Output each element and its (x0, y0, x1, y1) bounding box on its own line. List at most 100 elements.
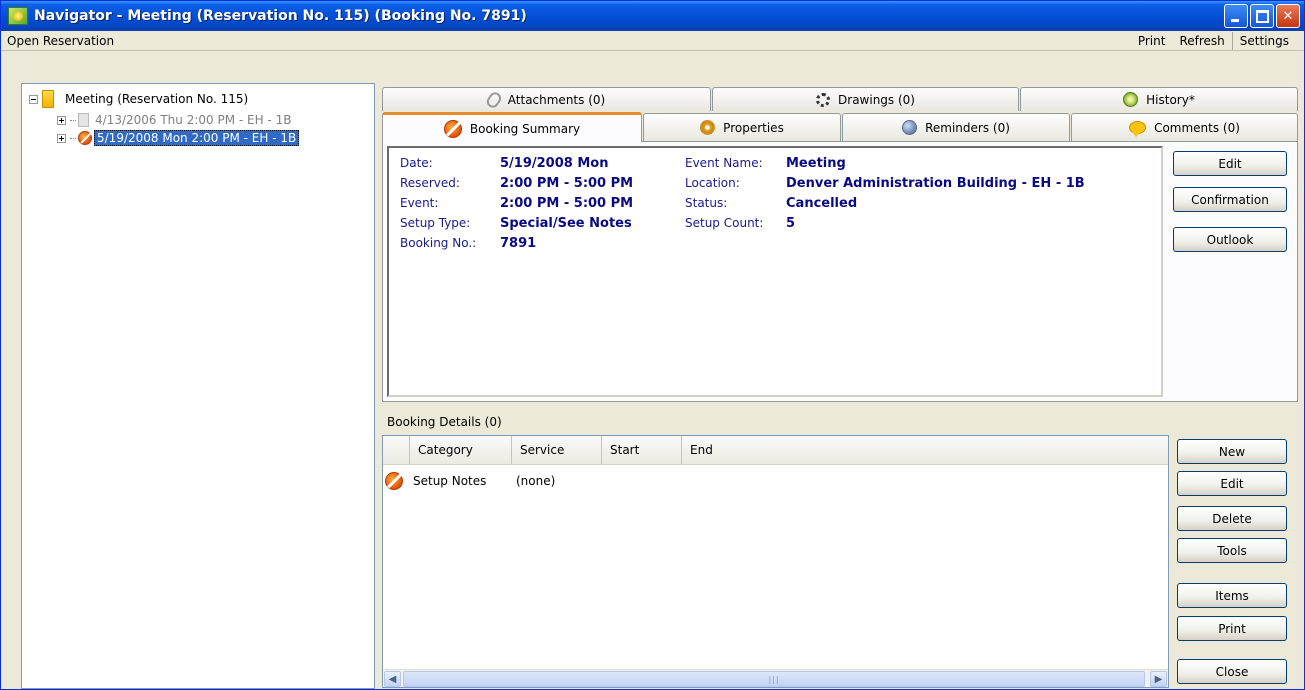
column-category[interactable]: Category (410, 436, 512, 464)
field-location: Location: Denver Administration Building … (685, 176, 1085, 191)
close-button[interactable]: Close (1177, 659, 1287, 684)
tab-booking-summary[interactable]: Booking Summary (382, 112, 642, 142)
tree-root-row[interactable]: Meeting (Reservation No. 115) (29, 90, 250, 108)
tree-root-label[interactable]: Meeting (Reservation No. 115) (63, 92, 250, 106)
field-label: Status: (685, 196, 728, 210)
minimize-button[interactable] (1224, 4, 1248, 28)
field-label: Setup Type: (400, 216, 471, 230)
menu-refresh[interactable]: Refresh (1172, 34, 1231, 50)
summary-edit-button[interactable]: Edit (1173, 151, 1287, 176)
field-booking-no: Booking No.: 7891 (400, 236, 536, 251)
booking-details-grid[interactable]: Category Service Start End Setup Notes (… (382, 435, 1169, 688)
tab-comments[interactable]: Comments (0) (1071, 113, 1298, 141)
column-start[interactable]: Start (602, 436, 682, 464)
field-date: Date: 5/19/2008 Mon (400, 156, 608, 171)
tab-label: Attachments (0) (507, 92, 606, 107)
cell-service: (none) (516, 474, 556, 488)
outlook-button[interactable]: Outlook (1173, 227, 1287, 252)
menu-open-reservation[interactable]: Open Reservation (7, 34, 114, 48)
tab-row-bottom: Booking Summary Properties Reminders (0)… (382, 112, 1298, 142)
expand-icon[interactable] (57, 133, 66, 143)
tree-item-label[interactable]: 5/19/2008 Mon 2:00 PM - EH - 1B (94, 130, 300, 146)
field-setup-count: Setup Count: 5 (685, 216, 795, 231)
field-value: Denver Administration Building - EH - 1B (786, 176, 1085, 191)
field-event: Event: 2:00 PM - 5:00 PM (400, 196, 633, 211)
field-value: Meeting (786, 156, 846, 171)
field-value: 7891 (500, 236, 537, 251)
tools-button[interactable]: Tools (1177, 538, 1287, 563)
column-service[interactable]: Service (512, 436, 602, 464)
drawings-icon (816, 92, 831, 107)
print-button[interactable]: Print (1177, 616, 1287, 641)
tree-item-booking-2[interactable]: 5/19/2008 Mon 2:00 PM - EH - 1B (57, 129, 300, 147)
field-value: 2:00 PM - 5:00 PM (500, 176, 634, 191)
summary-box: Date: 5/19/2008 Mon Reserved: 2:00 PM - 5:… (387, 146, 1163, 397)
scroll-thumb[interactable]: ||| (403, 671, 1145, 687)
field-label: Event Name: (685, 156, 763, 170)
tab-label: Comments (0) (1154, 120, 1240, 135)
scroll-left-button[interactable]: ◀ (384, 671, 401, 687)
field-label: Date: (400, 156, 433, 170)
field-value: 5 (786, 216, 796, 231)
items-button[interactable]: Items (1177, 583, 1287, 608)
confirmation-button[interactable]: Confirmation (1173, 187, 1287, 212)
tab-history[interactable]: History* (1020, 87, 1298, 111)
window-title: Navigator - Meeting (Reservation No. 115… (34, 8, 527, 24)
details-edit-button[interactable]: Edit (1177, 471, 1287, 496)
menu-settings[interactable]: Settings (1233, 34, 1296, 50)
field-label: Location: (685, 176, 740, 190)
cancelled-icon (385, 472, 403, 490)
delete-button[interactable]: Delete (1177, 506, 1287, 531)
title-bar[interactable]: Navigator - Meeting (Reservation No. 115… (1, 1, 1304, 31)
menu-right-group: Print Refresh Settings (1131, 32, 1296, 50)
tab-reminders[interactable]: Reminders (0) (842, 113, 1070, 141)
tab-label: Drawings (0) (838, 92, 915, 107)
field-value: 2:00 PM - 5:00 PM (500, 196, 634, 211)
tab-attachments[interactable]: Attachments (0) (382, 87, 711, 111)
cancelled-icon (78, 131, 92, 145)
tab-label: Properties (723, 120, 784, 135)
history-icon (1123, 92, 1139, 107)
field-status: Status: Cancelled (685, 196, 857, 211)
collapse-icon[interactable] (29, 94, 38, 104)
field-value: 5/19/2008 Mon (500, 156, 609, 171)
navigator-window: Navigator - Meeting (Reservation No. 115… (0, 0, 1305, 690)
minimize-icon (1231, 19, 1239, 22)
cell-category: Setup Notes (413, 474, 487, 488)
paperclip-icon (484, 89, 504, 110)
maximize-button[interactable] (1250, 4, 1274, 28)
booking-icon (78, 113, 89, 127)
field-reserved: Reserved: 2:00 PM - 5:00 PM (400, 176, 633, 191)
field-event-name: Event Name: Meeting (685, 156, 846, 171)
tab-label: Booking Summary (469, 121, 581, 136)
cancelled-icon (443, 119, 462, 138)
column-end[interactable]: End (682, 436, 1168, 464)
tree-item-booking-1[interactable]: 4/13/2006 Thu 2:00 PM - EH - 1B (57, 111, 293, 129)
tab-drawings[interactable]: Drawings (0) (712, 87, 1019, 111)
scroll-right-button[interactable]: ▶ (1150, 671, 1167, 687)
field-setup-type: Setup Type: Special/See Notes (400, 216, 632, 231)
gear-icon (700, 120, 716, 135)
grid-header-icon-col (383, 436, 410, 464)
tab-label: History* (1146, 92, 1195, 107)
new-button[interactable]: New (1177, 439, 1287, 464)
menu-bar: Open Reservation Print Refresh Settings (1, 31, 1304, 51)
comment-icon (1129, 121, 1147, 137)
folder-icon (42, 90, 54, 108)
table-row[interactable]: Setup Notes (none) (385, 472, 555, 490)
reservation-tree[interactable]: Meeting (Reservation No. 115) 4/13/2006 … (21, 83, 375, 689)
tab-label: Reminders (0) (925, 120, 1010, 135)
field-label: Setup Count: (685, 216, 764, 230)
tab-properties[interactable]: Properties (643, 113, 841, 141)
close-window-button[interactable]: ✕ (1276, 4, 1300, 28)
tree-connector (70, 119, 76, 121)
field-label: Reserved: (400, 176, 460, 190)
tree-item-label[interactable]: 4/13/2006 Thu 2:00 PM - EH - 1B (93, 113, 293, 127)
tab-row-top: Attachments (0) Drawings (0) History* (382, 87, 1298, 111)
field-value: Cancelled (786, 196, 858, 211)
expand-icon[interactable] (57, 115, 66, 125)
grid-header: Category Service Start End (383, 436, 1168, 465)
field-value: Special/See Notes (500, 216, 632, 231)
menu-print[interactable]: Print (1131, 34, 1173, 50)
horizontal-scrollbar[interactable]: ◀ ||| ▶ (383, 669, 1168, 687)
